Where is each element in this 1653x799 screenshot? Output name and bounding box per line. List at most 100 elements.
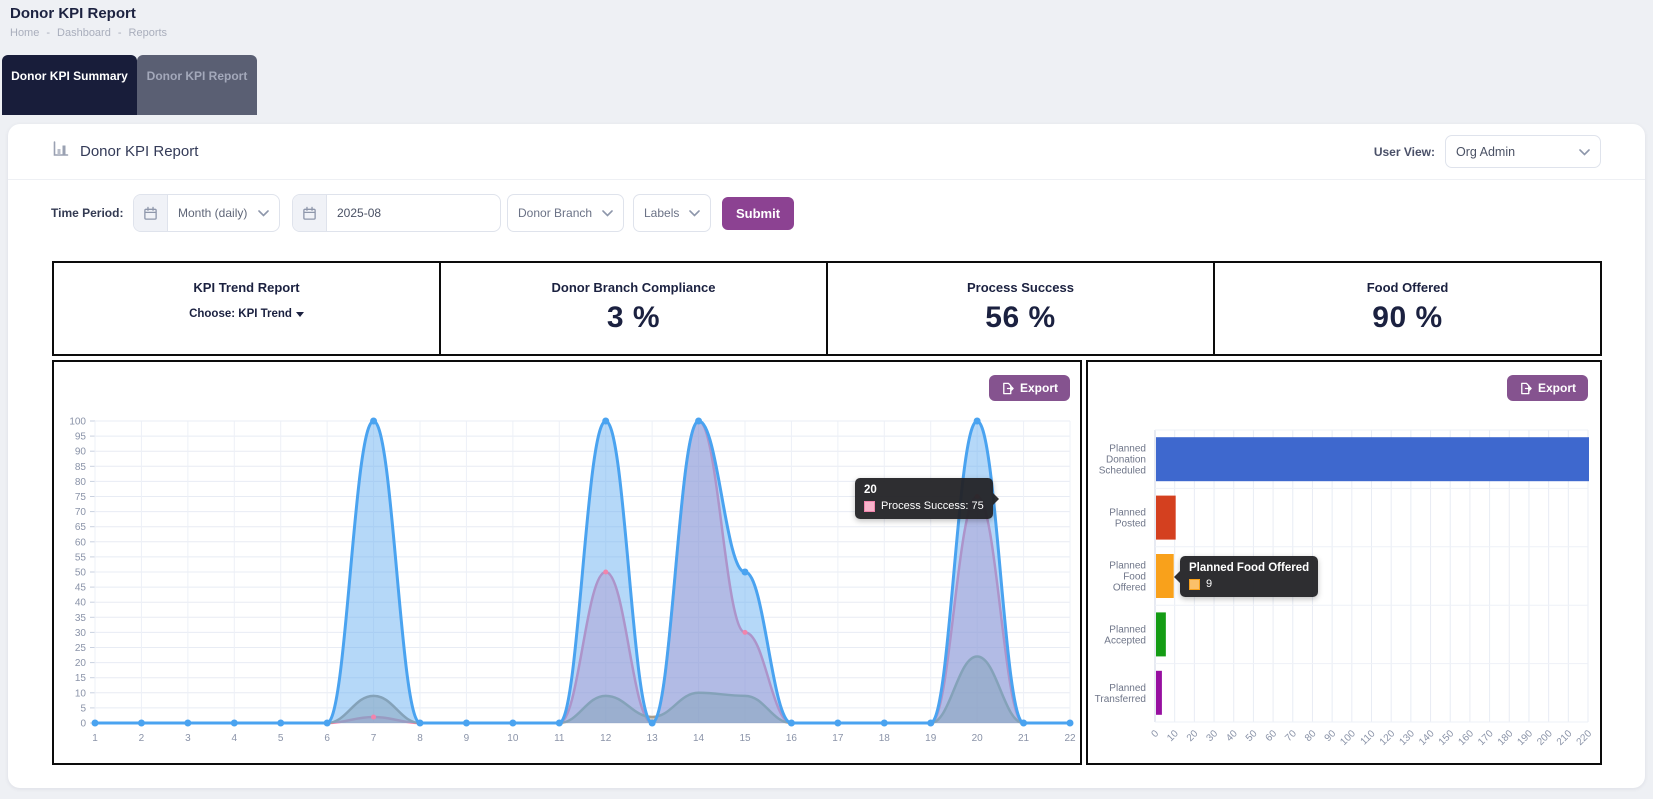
svg-text:110: 110: [1359, 728, 1378, 747]
svg-text:30: 30: [75, 628, 87, 639]
svg-text:120: 120: [1378, 728, 1398, 748]
donor-branch-placeholder: Donor Branch: [518, 206, 592, 220]
svg-text:7: 7: [371, 733, 377, 744]
export-icon: [1001, 382, 1014, 395]
svg-text:3: 3: [185, 733, 191, 744]
svg-text:4: 4: [232, 733, 238, 744]
kpi-title: Process Success: [828, 280, 1213, 295]
trend-tooltip-swatch: [864, 501, 875, 512]
kpi-trend-line-chart[interactable]: 0510152025303540455055606570758085909510…: [54, 362, 1080, 763]
svg-text:220: 220: [1575, 728, 1595, 748]
planned-bar-chart-panel: Export 010203040506070809010011012013014…: [1086, 360, 1602, 765]
page: Donor KPI Report Home - Dashboard - Repo…: [0, 0, 1653, 799]
donor-branch-select[interactable]: Donor Branch: [507, 194, 624, 232]
svg-text:Donation: Donation: [1106, 455, 1146, 466]
caret-down-icon: [296, 312, 304, 317]
svg-text:16: 16: [786, 733, 798, 744]
kpi-title: KPI Trend Report: [54, 280, 439, 295]
breadcrumb-dashboard[interactable]: Dashboard: [57, 27, 111, 39]
svg-text:90: 90: [75, 447, 87, 458]
submit-button[interactable]: Submit: [722, 197, 794, 230]
svg-text:95: 95: [75, 432, 87, 443]
trend-tooltip: 20 Process Success: 75: [855, 478, 993, 519]
chevron-down-icon: [602, 206, 613, 220]
chevron-down-icon: [1579, 145, 1590, 159]
svg-text:25: 25: [75, 643, 87, 654]
svg-text:40: 40: [75, 598, 87, 609]
kpi-box-trend: KPI Trend Report Choose: KPI Trend: [52, 261, 441, 356]
period-type-select[interactable]: Month (daily): [133, 194, 280, 232]
svg-text:Transferred: Transferred: [1095, 694, 1146, 705]
svg-text:14: 14: [693, 733, 705, 744]
svg-text:9: 9: [464, 733, 470, 744]
time-period-label: Time Period:: [51, 206, 125, 220]
trend-tooltip-label: Process Success: 75: [881, 500, 984, 512]
svg-text:85: 85: [75, 462, 87, 473]
svg-text:20: 20: [1185, 728, 1201, 744]
bar-tooltip-label: 9: [1206, 578, 1212, 590]
calendar-icon: [293, 195, 327, 231]
svg-text:Posted: Posted: [1115, 519, 1146, 530]
svg-text:19: 19: [925, 733, 937, 744]
trend-chart-panel: Export 051015202530354045505560657075808…: [52, 360, 1082, 765]
planned-horizontal-bar-chart[interactable]: 0102030405060708090100110120130140150160…: [1088, 362, 1600, 763]
period-value-input[interactable]: 2025-08: [292, 194, 501, 232]
breadcrumb-home[interactable]: Home: [10, 27, 39, 39]
svg-text:200: 200: [1535, 728, 1555, 748]
charts-row: Export 051015202530354045505560657075808…: [52, 360, 1602, 765]
export-label: Export: [1538, 381, 1576, 395]
svg-text:180: 180: [1496, 728, 1516, 748]
kpi-trend-chooser-label: Choose: KPI Trend: [189, 308, 292, 320]
svg-text:60: 60: [75, 537, 87, 548]
svg-text:160: 160: [1456, 728, 1476, 748]
period-value-text: 2025-08: [327, 195, 500, 231]
kpi-title: Food Offered: [1215, 280, 1600, 295]
svg-text:Food: Food: [1123, 572, 1146, 583]
breadcrumb-reports[interactable]: Reports: [129, 27, 168, 39]
svg-text:55: 55: [75, 552, 87, 563]
svg-text:0: 0: [80, 719, 86, 730]
breadcrumb-separator: -: [118, 27, 122, 39]
svg-text:100: 100: [1338, 728, 1358, 748]
svg-text:Planned: Planned: [1109, 683, 1146, 694]
svg-text:50: 50: [75, 568, 87, 579]
chevron-down-icon: [258, 195, 279, 231]
svg-text:5: 5: [80, 703, 86, 714]
breadcrumb: Home - Dashboard - Reports: [10, 27, 167, 39]
svg-text:6: 6: [324, 733, 330, 744]
svg-text:70: 70: [75, 507, 87, 518]
kpi-box-food-offered: Food Offered 90 %: [1213, 261, 1602, 356]
kpi-box-process-success: Process Success 56 %: [826, 261, 1215, 356]
svg-text:Scheduled: Scheduled: [1099, 466, 1146, 477]
user-view-label: User View:: [1374, 145, 1435, 159]
filter-row: Time Period: Month (daily) 2025-08 Donor…: [51, 194, 1601, 232]
kpi-value: 90 %: [1215, 301, 1600, 335]
svg-text:17: 17: [832, 733, 844, 744]
svg-text:90: 90: [1323, 728, 1339, 744]
export-button[interactable]: Export: [989, 375, 1070, 401]
tab-donor-kpi-report[interactable]: Donor KPI Report: [137, 55, 257, 115]
svg-text:22: 22: [1064, 733, 1076, 744]
svg-text:Accepted: Accepted: [1104, 635, 1146, 646]
kpi-row: KPI Trend Report Choose: KPI Trend Donor…: [52, 261, 1602, 356]
svg-text:130: 130: [1397, 728, 1417, 748]
svg-text:100: 100: [69, 417, 86, 428]
svg-text:15: 15: [75, 673, 87, 684]
user-view-select[interactable]: Org Admin: [1445, 135, 1601, 168]
report-chart-icon: [52, 140, 70, 163]
svg-text:10: 10: [507, 733, 519, 744]
svg-text:Planned: Planned: [1109, 508, 1146, 519]
labels-select[interactable]: Labels: [633, 194, 711, 232]
period-type-value: Month (daily): [168, 195, 258, 231]
svg-text:15: 15: [739, 733, 751, 744]
kpi-trend-chooser[interactable]: Choose: KPI Trend: [189, 308, 304, 320]
export-button[interactable]: Export: [1507, 375, 1588, 401]
svg-text:70: 70: [1283, 728, 1299, 744]
svg-text:35: 35: [75, 613, 87, 624]
svg-text:20: 20: [75, 658, 87, 669]
svg-text:60: 60: [1264, 728, 1280, 744]
calendar-icon: [134, 195, 168, 231]
svg-text:12: 12: [600, 733, 612, 744]
svg-text:45: 45: [75, 583, 87, 594]
tab-donor-kpi-summary[interactable]: Donor KPI Summary: [2, 55, 137, 115]
